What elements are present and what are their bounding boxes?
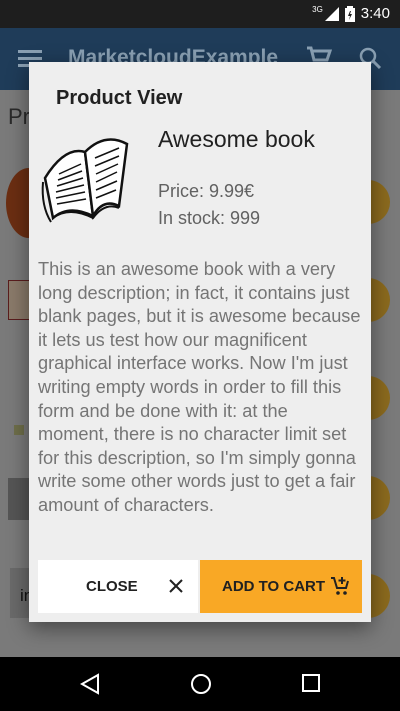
home-icon[interactable] — [190, 673, 212, 695]
product-image — [41, 138, 129, 223]
signal-icon — [324, 6, 339, 21]
product-stock: In stock: 999 — [158, 208, 261, 228]
status-icons: 3G 3:40 — [312, 5, 390, 22]
product-name: Awesome book — [158, 126, 315, 152]
product-price: Price: 9.99€ — [158, 181, 255, 201]
network-type: 3G — [312, 5, 323, 14]
clock: 3:40 — [360, 5, 390, 22]
back-icon[interactable] — [80, 673, 100, 695]
navigation-bar — [0, 657, 400, 711]
battery-icon — [344, 5, 355, 22]
close-button[interactable]: CLOSE — [38, 560, 198, 613]
add-to-cart-label: ADD TO CART — [222, 578, 326, 595]
add-to-cart-button[interactable]: ADD TO CART — [200, 560, 362, 613]
status-bar: 3G 3:40 — [0, 0, 400, 28]
close-icon — [169, 579, 183, 593]
product-view-dialog: Product View Awesome book Price: 9.99€ I… — [29, 62, 371, 622]
plant-thumbnail — [14, 425, 24, 435]
close-button-label: CLOSE — [86, 578, 138, 595]
add-shopping-cart-icon — [331, 577, 349, 595]
product-description: This is an awesome book with a very long… — [38, 259, 361, 515]
dialog-title: Product View — [56, 87, 183, 109]
list-heading: Pr — [8, 104, 30, 129]
recents-icon[interactable] — [301, 673, 321, 693]
